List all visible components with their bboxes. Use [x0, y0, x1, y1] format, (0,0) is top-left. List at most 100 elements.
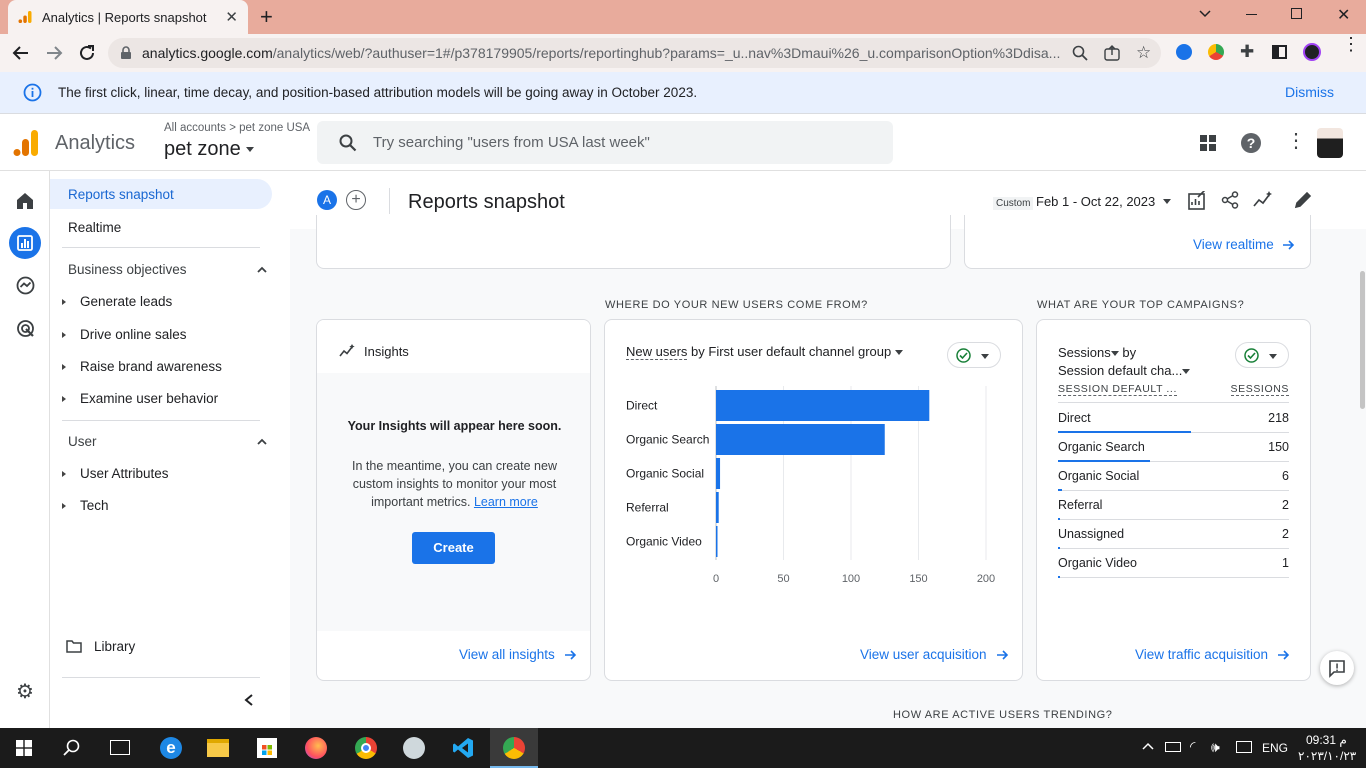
wifi-icon[interactable]: ◜: [1190, 738, 1195, 755]
nav-business-objectives-header[interactable]: Business objectives: [68, 262, 268, 277]
bookmark-star-icon[interactable]: ☆: [1136, 43, 1151, 63]
table-row[interactable]: Referral 2: [1058, 491, 1289, 520]
clock-date[interactable]: ٢٠٢٣/١٠/٢٣: [1298, 749, 1356, 763]
feedback-button[interactable]: [1320, 651, 1354, 685]
close-window-button[interactable]: ✕: [1337, 5, 1350, 25]
file-explorer-icon[interactable]: [207, 739, 229, 757]
new-tab-button[interactable]: +: [260, 4, 273, 30]
address-bar[interactable]: analytics.google.com/analytics/web/?auth…: [108, 38, 1161, 68]
customize-report-icon[interactable]: [1188, 191, 1207, 210]
browser-menu-icon[interactable]: ⋮: [1342, 35, 1360, 53]
home-icon[interactable]: [16, 192, 34, 210]
firefox-icon[interactable]: [305, 737, 327, 759]
explore-icon[interactable]: [16, 276, 35, 295]
nav-raise-brand-awareness[interactable]: Raise brand awareness: [50, 359, 222, 374]
sessions-metric-label[interactable]: Sessions: [1058, 345, 1111, 360]
session-dimension-label[interactable]: Session default cha...: [1058, 363, 1182, 378]
side-panel-icon[interactable]: [1272, 45, 1287, 59]
app-name[interactable]: Analytics: [55, 132, 135, 155]
share-icon[interactable]: [1221, 191, 1239, 209]
account-avatar[interactable]: [1317, 128, 1343, 158]
volume-icon[interactable]: 🕪: [1211, 739, 1220, 756]
date-range-picker[interactable]: Feb 1 - Oct 22, 2023: [1036, 194, 1172, 209]
more-options-icon[interactable]: ⋮: [1286, 128, 1306, 153]
property-selector[interactable]: pet zone: [164, 138, 254, 161]
show-hidden-icons-chevron[interactable]: [1141, 740, 1155, 752]
chart-check-dropdown[interactable]: [947, 342, 1001, 368]
browser-tab[interactable]: Analytics | Reports snapshot ✕: [8, 0, 248, 34]
clock-time[interactable]: 09:31 م: [1306, 733, 1347, 747]
main-scrollbar-thumb[interactable]: [1360, 271, 1365, 409]
view-realtime-link[interactable]: View realtime: [1193, 237, 1295, 252]
nav-user-attributes[interactable]: User Attributes: [50, 466, 169, 481]
vscode-icon[interactable]: [452, 737, 474, 759]
reports-icon[interactable]: [9, 227, 41, 259]
keyboard-icon[interactable]: [1236, 741, 1252, 753]
search-bar[interactable]: Try searching "users from USA last week": [317, 121, 893, 164]
extensions-puzzle-icon[interactable]: ✚: [1240, 42, 1254, 62]
chart-dimension-selector[interactable]: New users by First user default channel …: [626, 344, 903, 360]
analytics-logo-icon[interactable]: [13, 129, 39, 157]
chrome-icon[interactable]: [355, 737, 377, 759]
profile-avatar[interactable]: [1303, 43, 1321, 61]
extension-globe-icon[interactable]: [1208, 44, 1224, 60]
input-language[interactable]: ENG: [1262, 741, 1288, 755]
table-row[interactable]: Organic Video 1: [1058, 549, 1289, 578]
store-icon[interactable]: [257, 738, 277, 758]
campaign-check-dropdown[interactable]: [1235, 342, 1289, 368]
add-comparison-icon[interactable]: +: [346, 190, 366, 210]
comparison-avatar[interactable]: A: [317, 190, 337, 210]
bar-organic-video[interactable]: [716, 526, 718, 557]
table-row[interactable]: Organic Social 6: [1058, 462, 1289, 491]
collapse-chevron-icon[interactable]: [256, 436, 268, 448]
nav-reports-snapshot[interactable]: Reports snapshot: [50, 179, 272, 209]
zoom-search-icon[interactable]: [1072, 45, 1088, 61]
bar-referral[interactable]: [716, 492, 719, 523]
extension-play-icon[interactable]: [1176, 44, 1192, 60]
restore-window-button[interactable]: [1291, 8, 1302, 19]
share-page-icon[interactable]: [1104, 45, 1120, 61]
dismiss-banner-button[interactable]: Dismiss: [1285, 84, 1334, 100]
nav-examine-user-behavior[interactable]: Examine user behavior: [50, 391, 218, 406]
collapse-nav-chevron-icon[interactable]: [243, 693, 255, 707]
create-insight-button[interactable]: Create: [412, 532, 495, 564]
insights-sparkle-icon[interactable]: [1253, 191, 1273, 209]
campaign-metric-selector[interactable]: Sessions by Session default cha...: [1058, 344, 1191, 380]
nav-generate-leads[interactable]: Generate leads: [50, 294, 172, 309]
view-all-insights-link[interactable]: View all insights: [459, 647, 577, 662]
nav-library[interactable]: Library: [54, 639, 135, 654]
site-info-lock-icon[interactable]: [120, 46, 132, 60]
account-breadcrumb[interactable]: All accounts > pet zone USA: [164, 122, 310, 134]
collapse-chevron-icon[interactable]: [256, 264, 268, 276]
edge-browser-icon[interactable]: e: [160, 737, 182, 759]
column-header-dimension[interactable]: SESSION DEFAULT ...: [1058, 383, 1177, 396]
admin-gear-icon[interactable]: ⚙: [16, 679, 34, 704]
app-tool-icon[interactable]: [403, 737, 425, 759]
learn-more-link[interactable]: Learn more: [474, 495, 538, 509]
tab-search-chevron-icon[interactable]: [1198, 6, 1212, 20]
close-tab-icon[interactable]: ✕: [225, 8, 238, 26]
table-row[interactable]: Organic Search 150: [1058, 433, 1289, 462]
nav-realtime[interactable]: Realtime: [50, 217, 272, 237]
task-view-icon[interactable]: [110, 740, 130, 755]
reload-icon[interactable]: [78, 44, 96, 62]
search-icon[interactable]: [63, 739, 81, 757]
table-row[interactable]: Direct 218: [1058, 404, 1289, 433]
nav-user-header[interactable]: User: [68, 434, 268, 449]
dimension-label[interactable]: by First user default channel group: [691, 344, 891, 359]
bar-direct[interactable]: [716, 390, 930, 421]
windows-start-icon[interactable]: [16, 740, 32, 756]
nav-tech[interactable]: Tech: [50, 498, 109, 513]
minimize-window-button[interactable]: [1246, 14, 1257, 15]
view-traffic-acquisition-link[interactable]: View traffic acquisition: [1135, 647, 1290, 662]
advertising-icon[interactable]: [16, 319, 35, 338]
help-icon[interactable]: ?: [1241, 133, 1261, 153]
bar-organic-search[interactable]: [716, 424, 885, 455]
column-header-sessions[interactable]: SESSIONS: [1230, 383, 1289, 396]
metric-label[interactable]: New users: [626, 344, 688, 360]
table-row[interactable]: Unassigned 2: [1058, 520, 1289, 549]
active-chrome-taskbar-item[interactable]: [490, 728, 538, 768]
edit-pencil-icon[interactable]: [1294, 191, 1312, 209]
view-user-acquisition-link[interactable]: View user acquisition: [860, 647, 1009, 662]
back-arrow-icon[interactable]: [12, 44, 30, 62]
